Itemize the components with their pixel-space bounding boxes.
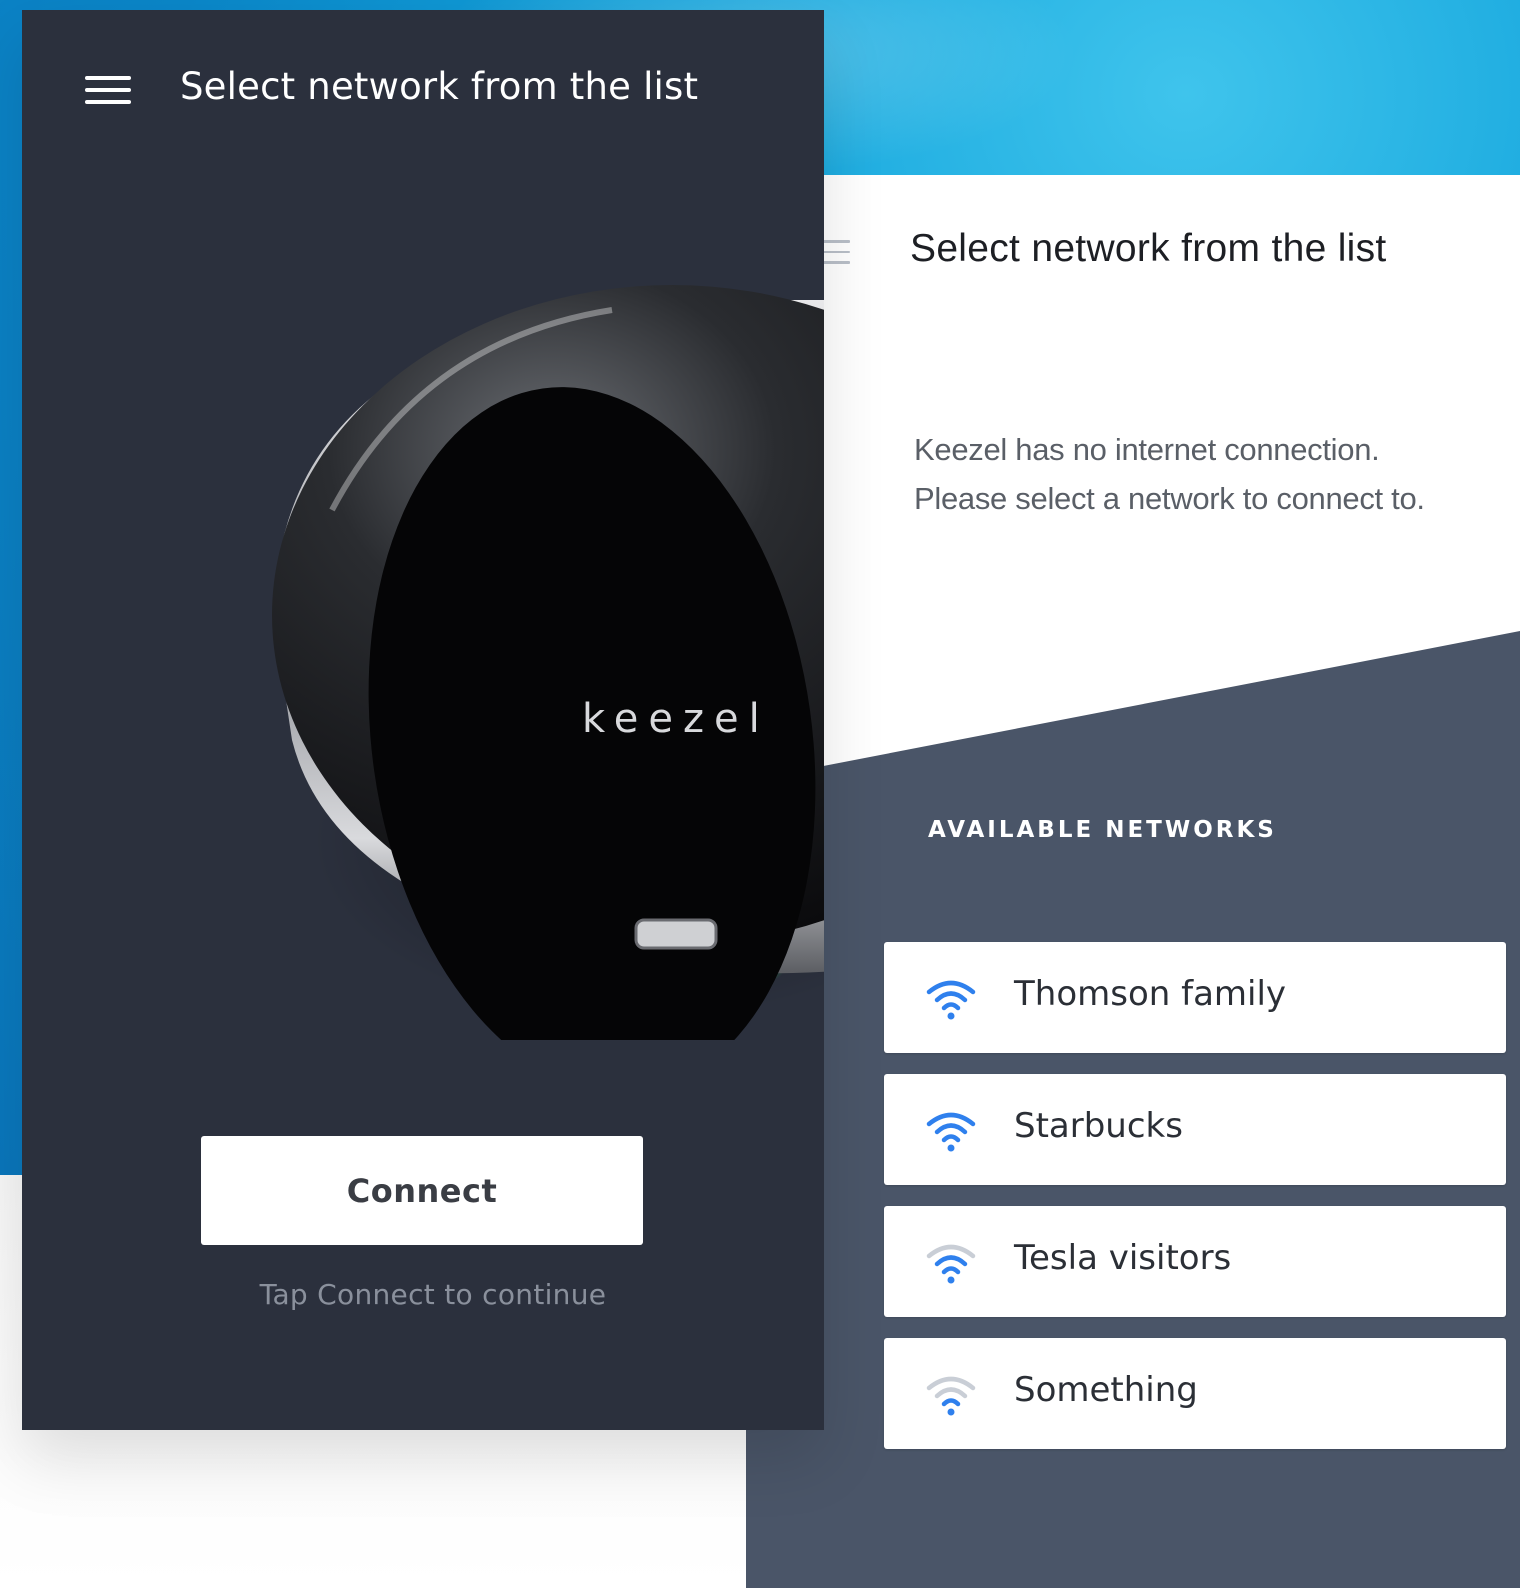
status-message: Keezel has no internet connection. Pleas… (914, 425, 1425, 523)
keezel-device-image: keezel (272, 285, 824, 1040)
connect-screen: Select network from the list keezel Conn… (22, 10, 824, 1430)
page-title: Select network from the list (910, 227, 1387, 270)
network-name: Thomson family (1014, 974, 1287, 1014)
network-name: Tesla visitors (1014, 1238, 1232, 1278)
menu-icon[interactable] (820, 240, 850, 266)
network-item[interactable]: Starbucks (884, 1074, 1506, 1185)
menu-icon[interactable] (85, 76, 131, 110)
status-message-line-2: Please select a network to connect to. (914, 481, 1425, 516)
wifi-strong-icon (926, 1112, 976, 1152)
wifi-weak-icon (926, 1376, 976, 1416)
connect-button[interactable]: Connect (201, 1136, 643, 1245)
section-header: AVAILABLE NETWORKS (928, 817, 1277, 843)
page-title: Select network from the list (180, 65, 699, 108)
network-item[interactable]: Something (884, 1338, 1506, 1449)
device-brand-label: keezel (582, 696, 770, 742)
wifi-strong-icon (926, 980, 976, 1020)
wifi-medium-icon (926, 1244, 976, 1284)
network-name: Starbucks (1014, 1106, 1183, 1146)
network-item[interactable]: Thomson family (884, 942, 1506, 1053)
network-list: Thomson family Starbucks Tesla visitors (884, 942, 1506, 1470)
network-item[interactable]: Tesla visitors (884, 1206, 1506, 1317)
connect-hint: Tap Connect to continue (259, 1278, 607, 1311)
status-message-line-1: Keezel has no internet connection. (914, 432, 1380, 467)
network-list-screen: Select network from the list Keezel has … (746, 175, 1520, 1588)
network-name: Something (1014, 1370, 1198, 1410)
